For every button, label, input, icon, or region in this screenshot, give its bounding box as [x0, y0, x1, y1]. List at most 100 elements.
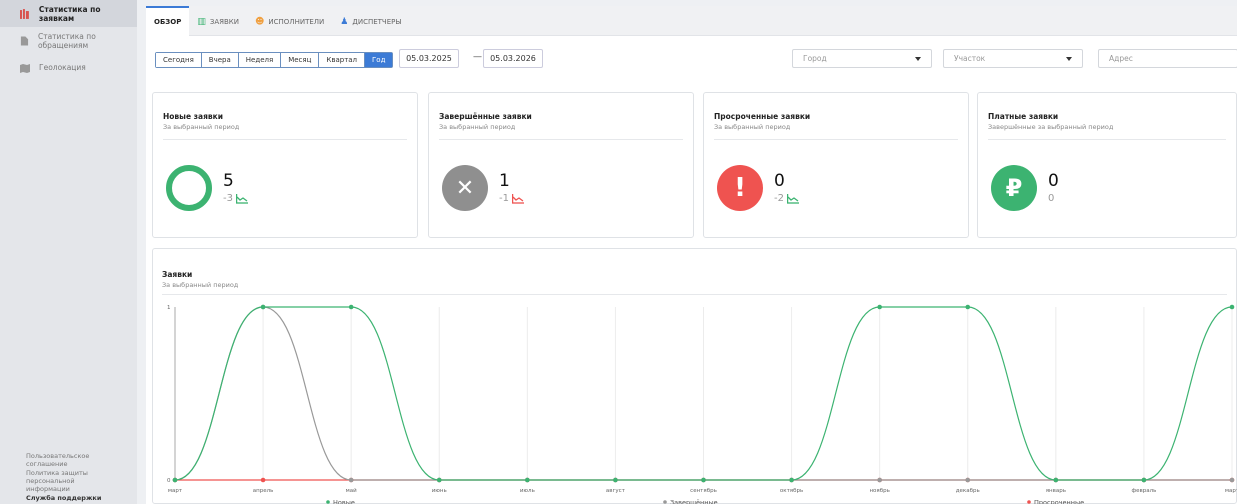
main-panel: ОБЗОР ▥ ЗАЯВКИ ☻ ИСПОЛНИТЕЛИ ♟ ДИСПЕТЧЕР…	[146, 6, 1237, 504]
card-title: Платные заявки	[988, 112, 1059, 121]
data-point	[260, 304, 266, 310]
period-today-button[interactable]: Сегодня	[156, 53, 202, 67]
card-title: Новые заявки	[163, 112, 223, 121]
legend-marker	[1027, 500, 1031, 504]
map-icon	[20, 63, 30, 73]
trend-chart-icon	[235, 193, 248, 204]
card-paid-requests: Платные заявки Завершённые за выбранный …	[977, 92, 1237, 238]
x-tick-label: август	[606, 488, 626, 494]
sidebar-item-label: Геолокация	[39, 63, 86, 72]
tab-dispatchers[interactable]: ♟ ДИСПЕТЧЕРЫ	[332, 6, 409, 36]
ring-icon	[166, 165, 212, 211]
x-tick-label: март	[1225, 488, 1237, 494]
x-tick-label: май	[346, 487, 358, 494]
card-value: 5	[223, 171, 234, 191]
date-to-input[interactable]: 05.03.2026	[483, 49, 543, 68]
tab-label: ЗАЯВКИ	[209, 18, 240, 26]
x-tick-label: октябрь	[780, 488, 803, 494]
legend-marker	[326, 500, 330, 504]
data-point	[348, 304, 354, 310]
tab-requests[interactable]: ▥ ЗАЯВКИ	[189, 6, 247, 36]
tab-executors[interactable]: ☻ ИСПОЛНИТЕЛИ	[247, 6, 332, 36]
tab-overview[interactable]: ОБЗОР	[146, 6, 190, 36]
address-input[interactable]: Адрес	[1098, 49, 1237, 68]
card-overdue-requests: Просроченные заявки За выбранный период …	[703, 92, 969, 238]
card-delta-value: 0	[1048, 193, 1055, 204]
period-yesterday-button[interactable]: Вчера	[201, 53, 239, 67]
y-tick-label: 0	[167, 478, 171, 484]
card-subtitle: За выбранный период	[163, 123, 240, 131]
card-delta: -1	[499, 193, 524, 204]
sidebar: Статистика по заявкам Статистика по обра…	[0, 0, 137, 504]
trend-chart-icon	[511, 193, 524, 204]
x-tick-label: июнь	[432, 488, 447, 494]
exclamation-icon: !	[717, 165, 763, 211]
address-placeholder: Адрес	[1109, 54, 1133, 63]
data-point	[877, 304, 882, 310]
data-point	[613, 477, 618, 483]
card-subtitle: За выбранный период	[714, 123, 791, 131]
close-icon: ✕	[442, 165, 488, 211]
data-point	[965, 477, 971, 483]
date-separator: —	[473, 52, 482, 62]
caret-down-icon	[1066, 57, 1072, 61]
requests-chart-card: Заявки За выбранный период 0 1 март апрель м…	[152, 248, 1237, 504]
data-point	[1229, 477, 1235, 483]
card-subtitle: За выбранный период	[439, 123, 516, 131]
sidebar-item-geolocation[interactable]: Геолокация	[0, 54, 137, 81]
x-tick-label: ноябрь	[869, 488, 889, 494]
x-tick-label: март	[168, 488, 183, 494]
x-tick-label: декабрь	[956, 488, 980, 494]
tab-label: ОБЗОР	[154, 18, 182, 26]
divider	[714, 139, 958, 140]
books-icon	[20, 8, 29, 19]
sidebar-item-requests-stats[interactable]: Статистика по заявкам	[0, 0, 137, 27]
filter-bar: Сегодня Вчера Неделя Месяц Квартал Год 0…	[146, 46, 1237, 76]
agreement-link[interactable]: Пользовательское соглашение	[26, 452, 106, 468]
tab-label: ДИСПЕТЧЕРЫ	[352, 18, 402, 26]
legend-marker	[663, 500, 667, 504]
card-new-requests: Новые заявки За выбранный период 5 -3	[152, 92, 418, 238]
books-icon: ▥	[197, 17, 206, 27]
period-quarter-button[interactable]: Квартал	[319, 53, 366, 67]
card-value: 0	[1048, 171, 1059, 191]
support-link[interactable]: Служба поддержки	[26, 494, 116, 502]
period-month-button[interactable]: Месяц	[281, 53, 320, 67]
period-week-button[interactable]: Неделя	[238, 53, 282, 67]
x-tick-label: апрель	[253, 488, 274, 494]
period-year-button[interactable]: Год	[365, 53, 393, 67]
data-point	[965, 304, 971, 310]
sidebar-item-appeals-stats[interactable]: Статистика по обращениям	[0, 27, 137, 54]
city-select[interactable]: Город	[792, 49, 932, 68]
x-tick-label: февраль	[1131, 488, 1156, 494]
data-point	[1053, 477, 1059, 483]
card-subtitle: Завершённые за выбранный период	[988, 123, 1114, 131]
card-delta-value: -3	[223, 193, 233, 204]
data-point	[1229, 304, 1235, 310]
card-value: 0	[774, 171, 785, 191]
legend-label: Просроченные	[1034, 499, 1084, 504]
divider	[163, 139, 407, 140]
data-point	[260, 477, 266, 483]
ruble-icon: ₽	[991, 165, 1037, 211]
privacy-link[interactable]: Политика защиты персональной информации	[26, 469, 116, 493]
sidebar-footer: Пользовательское соглашение Политика защ…	[26, 452, 116, 503]
divider	[439, 139, 683, 140]
period-button-group: Сегодня Вчера Неделя Месяц Квартал Год	[155, 52, 394, 68]
card-completed-requests: Завершённые заявки За выбранный период ✕…	[428, 92, 694, 238]
data-point	[525, 477, 530, 483]
area-select[interactable]: Участок	[943, 49, 1083, 68]
person-icon: ♟	[340, 17, 349, 27]
card-delta: 0	[1048, 193, 1054, 204]
tab-label: ИСПОЛНИТЕЛИ	[268, 18, 325, 26]
legend-label: Новые	[333, 499, 355, 504]
x-tick-label: январь	[1046, 488, 1066, 494]
data-point	[1141, 477, 1147, 483]
sidebar-item-label: Статистика по обращениям	[37, 31, 96, 50]
date-from-input[interactable]: 05.03.2025	[399, 49, 459, 68]
city-select-value: Город	[803, 54, 827, 63]
trend-chart-icon	[786, 193, 799, 204]
tab-bar: ОБЗОР ▥ ЗАЯВКИ ☻ ИСПОЛНИТЕЛИ ♟ ДИСПЕТЧЕР…	[146, 6, 1237, 36]
data-point	[877, 477, 882, 483]
data-point	[172, 477, 178, 483]
